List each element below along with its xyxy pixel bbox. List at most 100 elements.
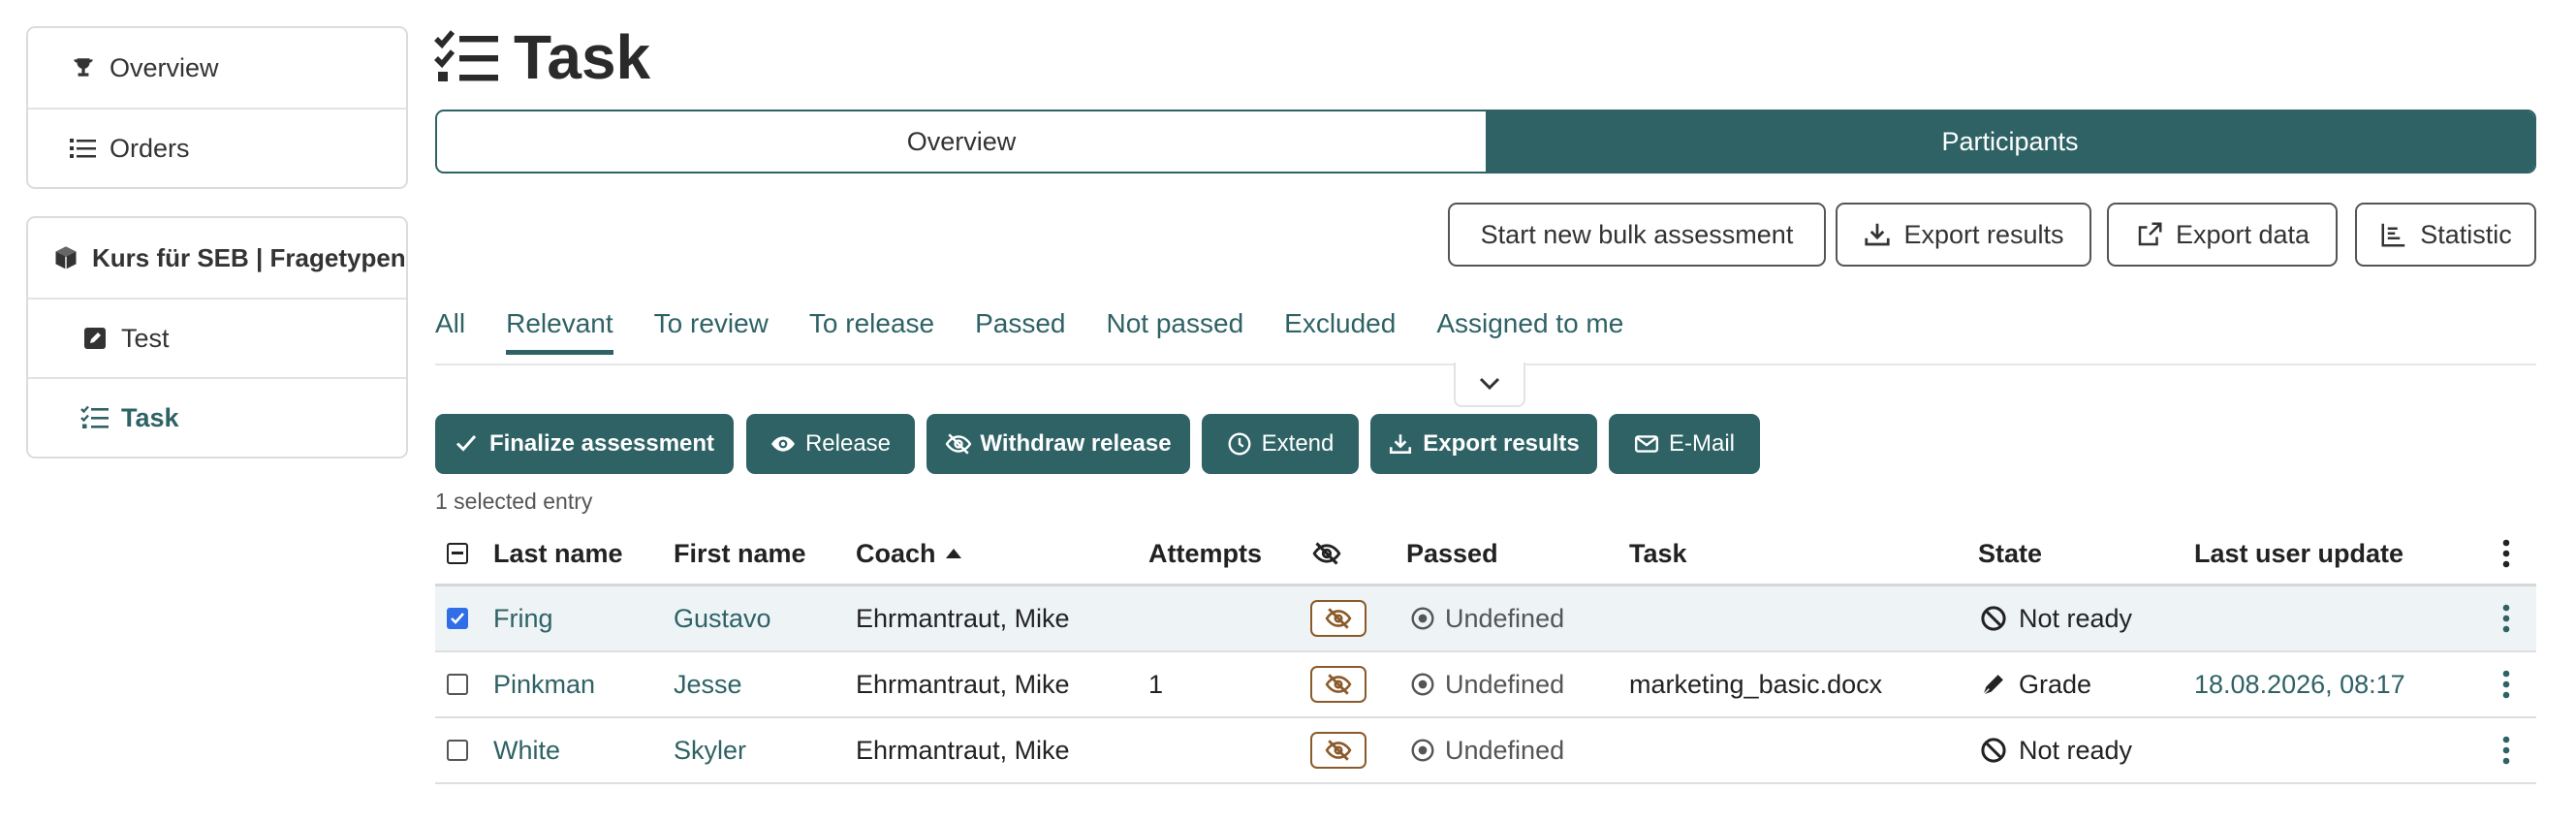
eye-slash-icon xyxy=(1310,732,1367,769)
state-label: Grade xyxy=(2019,669,2092,699)
header-task[interactable]: Task xyxy=(1629,523,1687,584)
view-switcher: Overview Participants xyxy=(435,110,2536,174)
start-bulk-assessment-button[interactable]: Start new bulk assessment xyxy=(1448,203,1826,267)
filter-assigned-to-me[interactable]: Assigned to me xyxy=(1436,308,1623,353)
row-actions-icon[interactable] xyxy=(2502,718,2510,782)
row-checkbox[interactable] xyxy=(447,652,468,716)
nav-course-group: Kurs für SEB | Fragetypen Test Task xyxy=(26,216,408,458)
check-icon xyxy=(455,431,480,457)
state-cell: Grade xyxy=(1980,652,2091,716)
last-name-link[interactable]: White xyxy=(493,718,560,782)
button-label: Statistic xyxy=(2420,219,2512,249)
button-label: Extend xyxy=(1261,430,1335,457)
last-name-link[interactable]: Pinkman xyxy=(493,652,595,716)
header-last-user-update[interactable]: Last user update xyxy=(2194,523,2403,584)
share-export-icon xyxy=(2135,220,2164,249)
button-label: Export results xyxy=(1903,219,2064,249)
state-label: Not ready xyxy=(2019,735,2133,765)
table-row: White Skyler Ehrmantraut, Mike Undefined… xyxy=(435,718,2536,784)
filter-tabs: All Relevant To review To release Passed… xyxy=(435,308,1664,355)
nav-item-task[interactable]: Task xyxy=(28,377,406,457)
header-first-name[interactable]: First name xyxy=(674,523,806,584)
release-button[interactable]: Release xyxy=(746,414,915,474)
button-label: Finalize assessment xyxy=(488,430,715,457)
nav-item-orders[interactable]: Orders xyxy=(28,108,406,187)
chevron-down-icon xyxy=(1479,377,1500,391)
nav-item-label: Orders xyxy=(110,133,190,163)
envelope-icon xyxy=(1634,431,1659,457)
passed-cell: Undefined xyxy=(1410,718,1564,782)
filter-to-release[interactable]: To release xyxy=(809,308,934,353)
passed-cell: Undefined xyxy=(1410,586,1564,650)
nav-main-group: Overview Orders xyxy=(26,26,408,189)
nav-item-test[interactable]: Test xyxy=(28,298,406,377)
select-all-checkbox[interactable] xyxy=(447,523,468,584)
export-results-action-button[interactable]: Export results xyxy=(1370,414,1597,474)
row-actions-icon[interactable] xyxy=(2502,652,2510,716)
nav-course-label: Kurs für SEB | Fragetypen xyxy=(92,242,406,272)
email-button[interactable]: E-Mail xyxy=(1609,414,1760,474)
row-checkbox[interactable] xyxy=(447,586,468,650)
download-icon xyxy=(1388,431,1413,457)
row-checkbox[interactable] xyxy=(447,718,468,782)
eye-icon xyxy=(770,431,796,457)
first-name-link[interactable]: Gustavo xyxy=(674,586,771,650)
first-name-link[interactable]: Jesse xyxy=(674,652,742,716)
filter-relevant[interactable]: Relevant xyxy=(506,308,613,355)
state-label: Not ready xyxy=(2019,603,2133,633)
header-passed[interactable]: Passed xyxy=(1406,523,1498,584)
button-label: Release xyxy=(804,430,892,457)
expand-filters-toggle[interactable] xyxy=(1454,363,1525,407)
visibility-toggle[interactable] xyxy=(1310,586,1367,650)
button-label: Export results xyxy=(1423,430,1580,457)
extend-button[interactable]: Extend xyxy=(1202,414,1359,474)
row-actions-icon[interactable] xyxy=(2502,586,2510,650)
coach-cell: Ehrmantraut, Mike xyxy=(856,735,1070,765)
trophy-icon xyxy=(67,51,100,84)
nav-course-title[interactable]: Kurs für SEB | Fragetypen xyxy=(28,218,406,298)
filter-not-passed[interactable]: Not passed xyxy=(1107,308,1244,353)
filter-to-review[interactable]: To review xyxy=(654,308,769,353)
header-state[interactable]: State xyxy=(1978,523,2042,584)
tab-participants[interactable]: Participants xyxy=(1486,111,2534,172)
first-name-link[interactable]: Skyler xyxy=(674,718,746,782)
state-cell: Not ready xyxy=(1980,718,2132,782)
filter-passed[interactable]: Passed xyxy=(975,308,1065,353)
eye-slash-icon xyxy=(1310,540,1343,567)
header-visibility[interactable] xyxy=(1310,523,1343,584)
statistic-button[interactable]: Statistic xyxy=(2355,203,2536,267)
filter-all[interactable]: All xyxy=(435,308,465,353)
attempts-cell: 1 xyxy=(1148,669,1164,699)
cube-icon xyxy=(49,241,82,274)
header-attempts[interactable]: Attempts xyxy=(1148,523,1262,584)
last-name-link[interactable]: Fring xyxy=(493,586,553,650)
ban-icon xyxy=(1980,605,2007,632)
finalize-assessment-button[interactable]: Finalize assessment xyxy=(435,414,734,474)
task-file-link[interactable]: marketing_basic.docx xyxy=(1629,652,1882,716)
table-row: Pinkman Jesse Ehrmantraut, Mike 1 Undefi… xyxy=(435,652,2536,718)
list-icon xyxy=(67,132,100,165)
passed-cell: Undefined xyxy=(1410,652,1564,716)
visibility-toggle[interactable] xyxy=(1310,718,1367,782)
nav-item-overview[interactable]: Overview xyxy=(28,28,406,108)
button-label: Start new bulk assessment xyxy=(1480,219,1794,249)
filter-excluded[interactable]: Excluded xyxy=(1284,308,1396,353)
nav-item-label: Test xyxy=(121,323,170,353)
tab-overview[interactable]: Overview xyxy=(437,111,1486,172)
eye-slash-icon xyxy=(1310,666,1367,703)
dot-circle-icon xyxy=(1410,672,1435,697)
download-icon xyxy=(1863,220,1892,249)
task-list-icon xyxy=(79,401,111,434)
button-label: Export data xyxy=(2175,219,2310,249)
visibility-toggle[interactable] xyxy=(1310,652,1367,716)
header-last-name[interactable]: Last name xyxy=(493,523,623,584)
withdraw-release-button[interactable]: Withdraw release xyxy=(927,414,1190,474)
export-results-button[interactable]: Export results xyxy=(1836,203,2091,267)
column-options-icon[interactable] xyxy=(2502,523,2510,584)
export-data-button[interactable]: Export data xyxy=(2107,203,2338,267)
ban-icon xyxy=(1980,737,2007,764)
last-update-link[interactable]: 18.08.2026, 08:17 xyxy=(2194,652,2405,716)
button-label: Withdraw release xyxy=(980,430,1172,457)
edit-square-icon xyxy=(79,322,111,355)
header-coach[interactable]: Coach xyxy=(856,523,961,584)
